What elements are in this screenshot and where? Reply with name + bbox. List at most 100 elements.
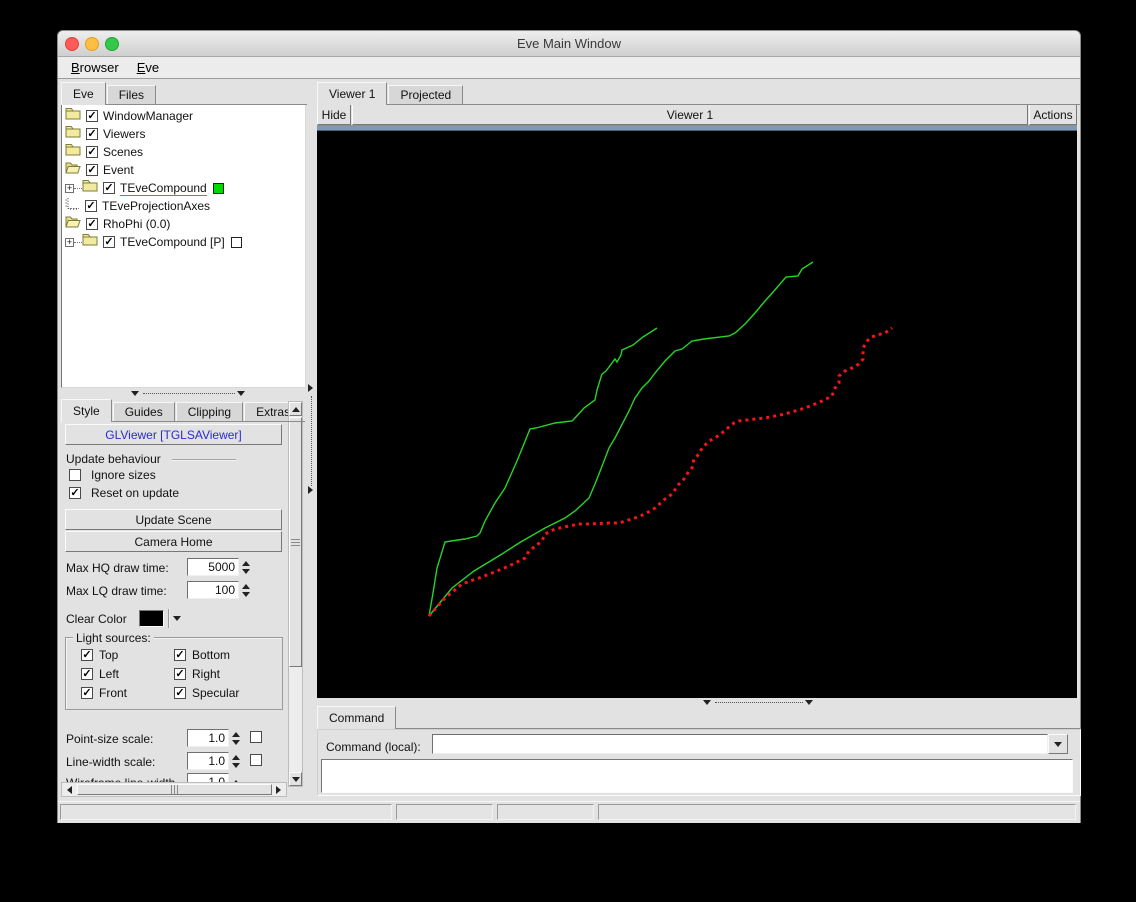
light-top-checkbox[interactable]: ✓ [81, 649, 93, 661]
scrollbar-thumb[interactable] [289, 417, 302, 667]
tree-style-splitter[interactable] [61, 389, 306, 398]
spin-up-icon[interactable] [231, 754, 240, 760]
scrollbar-thumb[interactable] [77, 784, 272, 795]
scroll-right-button[interactable] [272, 783, 285, 796]
line-width-checkbox[interactable] [250, 754, 262, 766]
tree-checkbox[interactable]: ✓ [85, 200, 97, 212]
tree-item-rhophi[interactable]: ✓ RhoPhi (0.0) [65, 215, 170, 233]
max-lq-stepper[interactable] [239, 581, 252, 599]
light-left-checkbox[interactable]: ✓ [81, 668, 93, 680]
color-swatch[interactable] [230, 236, 242, 248]
tab-eve[interactable]: Eve [61, 82, 106, 105]
tree-checkbox[interactable]: ✓ [103, 182, 115, 194]
tree-checkbox[interactable]: ✓ [86, 164, 98, 176]
command-input[interactable] [432, 734, 1048, 754]
light-specular-checkbox[interactable]: ✓ [174, 687, 186, 699]
tree-item-label[interactable]: Scenes [103, 145, 143, 159]
camera-home-button[interactable]: Camera Home [65, 531, 282, 552]
tree-item-tevecompound-p[interactable]: + ✓ TEveCompound [P] [65, 233, 242, 251]
tree-item-label[interactable]: TEveCompound [120, 181, 207, 196]
tab-guides[interactable]: Guides [112, 402, 175, 422]
line-width-input[interactable]: 1.0 [187, 752, 229, 770]
max-hq-input[interactable]: 5000 [187, 558, 239, 576]
tree-item-teveprojectionaxes[interactable]: ✓ TEveProjectionAxes [65, 197, 210, 215]
gl-viewer[interactable] [317, 131, 1077, 698]
spin-up-icon[interactable] [241, 583, 250, 589]
command-history-dropdown[interactable] [1048, 734, 1068, 754]
splitter-arrow-icon[interactable] [805, 700, 813, 705]
ignore-sizes-checkbox[interactable] [69, 469, 81, 481]
hide-button[interactable]: Hide [317, 104, 351, 125]
tree-checkbox[interactable]: ✓ [86, 146, 98, 158]
style-vertical-scrollbar[interactable] [288, 401, 303, 787]
tab-files[interactable]: Files [106, 85, 157, 105]
tree-checkbox[interactable]: ✓ [103, 236, 115, 248]
expand-plus-icon[interactable]: + [65, 183, 74, 193]
tree-item-label[interactable]: TEveCompound [P] [120, 235, 225, 249]
tree-checkbox[interactable]: ✓ [86, 110, 98, 122]
tab-projected[interactable]: Projected [388, 85, 464, 105]
wireframe-stepper[interactable] [229, 773, 242, 782]
spin-down-icon[interactable] [241, 591, 250, 597]
max-lq-input[interactable]: 100 [187, 581, 239, 599]
menu-browser[interactable]: Browser [62, 58, 128, 77]
red-track[interactable] [427, 326, 893, 617]
status-segment [598, 804, 1076, 820]
spin-down-icon[interactable] [231, 762, 240, 768]
tab-style[interactable]: Style [61, 399, 112, 422]
clear-color-swatch[interactable] [139, 610, 164, 627]
light-front-checkbox[interactable]: ✓ [81, 687, 93, 699]
point-size-input[interactable]: 1.0 [187, 729, 229, 747]
tree-item-windowmanager[interactable]: ✓ WindowManager [65, 107, 193, 125]
update-scene-button[interactable]: Update Scene [65, 509, 282, 530]
splitter-arrow-icon[interactable] [237, 391, 245, 396]
tree-checkbox[interactable]: ✓ [86, 128, 98, 140]
clear-color-dropdown-icon[interactable] [173, 616, 181, 621]
glviewer-name-button[interactable]: GLViewer [TGLSAViewer] [65, 424, 282, 445]
tree-item-viewers[interactable]: ✓ Viewers [65, 125, 145, 143]
splitter-arrow-icon[interactable] [308, 384, 313, 392]
style-horizontal-scrollbar[interactable] [61, 782, 287, 797]
spin-down-icon[interactable] [241, 568, 250, 574]
menu-eve[interactable]: Eve [128, 58, 168, 77]
point-size-stepper[interactable] [229, 729, 242, 747]
spin-down-icon[interactable] [231, 739, 240, 745]
viewer-title-bar[interactable]: Viewer 1 [352, 104, 1028, 125]
light-left: ✓ Left [81, 667, 119, 681]
tree-item-label[interactable]: RhoPhi (0.0) [103, 217, 170, 231]
tree-item-label[interactable]: Event [103, 163, 134, 177]
dropdown-arrow-icon [1054, 741, 1062, 747]
spin-up-icon[interactable] [231, 731, 240, 737]
light-right-checkbox[interactable]: ✓ [174, 668, 186, 680]
wireframe-line-width-input[interactable]: 1.0 [187, 773, 229, 782]
splitter-arrow-icon[interactable] [703, 700, 711, 705]
tree-item-label[interactable]: TEveProjectionAxes [102, 199, 210, 213]
tree-item-event[interactable]: ✓ Event [65, 161, 134, 179]
spin-up-icon[interactable] [241, 560, 250, 566]
point-size-checkbox[interactable] [250, 731, 262, 743]
command-output[interactable] [321, 759, 1073, 793]
title-bar[interactable]: Eve Main Window [58, 31, 1080, 57]
scroll-down-button[interactable] [289, 772, 302, 786]
splitter-arrow-icon[interactable] [131, 391, 139, 396]
tree-item-scenes[interactable]: ✓ Scenes [65, 143, 143, 161]
line-width-stepper[interactable] [229, 752, 242, 770]
expand-plus-icon[interactable]: + [65, 237, 74, 247]
green-track-left[interactable] [428, 327, 658, 617]
reset-on-update-checkbox[interactable]: ✓ [69, 487, 81, 499]
actions-button[interactable]: Actions [1029, 104, 1077, 125]
tree-item-label[interactable]: WindowManager [103, 109, 193, 123]
splitter-arrow-icon[interactable] [308, 486, 313, 494]
tree-item-label[interactable]: Viewers [103, 127, 145, 141]
color-swatch[interactable] [212, 182, 224, 194]
scroll-left-button[interactable] [63, 783, 76, 796]
light-bottom-checkbox[interactable]: ✓ [174, 649, 186, 661]
tab-clipping[interactable]: Clipping [175, 402, 244, 422]
max-hq-stepper[interactable] [239, 558, 252, 576]
tree-item-tevecompound[interactable]: + ✓ TEveCompound [65, 179, 224, 197]
tab-command[interactable]: Command [317, 706, 397, 729]
green-track-right[interactable] [428, 261, 814, 617]
tab-viewer-1[interactable]: Viewer 1 [317, 82, 388, 105]
scroll-up-button[interactable] [289, 402, 302, 416]
tree-checkbox[interactable]: ✓ [86, 218, 98, 230]
